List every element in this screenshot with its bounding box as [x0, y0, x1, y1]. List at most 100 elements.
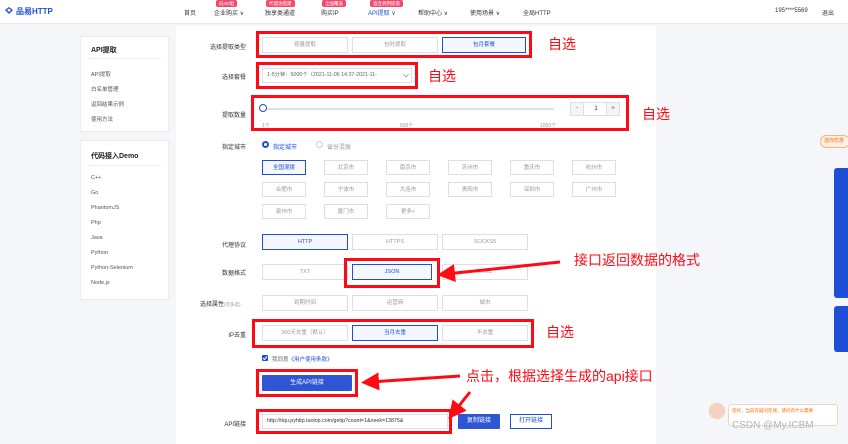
- demo-item-python[interactable]: Python: [91, 250, 108, 256]
- format-txt[interactable]: TXT: [262, 264, 348, 280]
- nav-api[interactable]: API提取 ∨: [368, 8, 396, 17]
- radio-city-selected[interactable]: [262, 141, 269, 148]
- nav-scenarios[interactable]: 使用场景 ∨: [470, 8, 500, 17]
- protocol-label: 代理协议: [221, 243, 246, 249]
- city-option[interactable]: 苏州市: [448, 160, 492, 175]
- city-label: 指定城市: [221, 145, 246, 151]
- api-url-field[interactable]: http://tiqu.pyhttp.taolop.com/getip?coun…: [262, 414, 448, 429]
- api-sidebar: API提取 API提取 白名单管理 返回结果示例 使用方法: [80, 36, 169, 132]
- count-label: 提取数量: [221, 113, 246, 119]
- generate-api-button[interactable]: 生成API链接: [262, 375, 352, 391]
- agree-text-label: 我同意: [272, 357, 289, 363]
- slider-max-label: 1000个: [540, 123, 557, 129]
- chevron-down-icon: [403, 73, 409, 78]
- increase-button[interactable]: +: [606, 103, 619, 115]
- copy-link-button[interactable]: 复制链接: [458, 414, 500, 429]
- city-option[interactable]: 厦门市: [324, 204, 368, 219]
- dedup-none[interactable]: 不去重: [442, 325, 528, 341]
- floating-contact-bar[interactable]: [834, 306, 848, 352]
- dedup-label: IP去重: [228, 333, 246, 339]
- sidebar-item-api[interactable]: API提取: [91, 70, 111, 78]
- sidebar-item-usage[interactable]: 使用方法: [91, 115, 113, 123]
- agree-checkbox[interactable]: [262, 355, 268, 361]
- nav-buy-ip[interactable]: 购买IP: [321, 8, 339, 17]
- customer-service-avatar[interactable]: [708, 402, 726, 420]
- nav-tag: 直连调用提取: [370, 0, 403, 7]
- city-option[interactable]: 贵阳市: [448, 182, 492, 197]
- city-option[interactable]: 南京市: [386, 160, 430, 175]
- city-option[interactable]: 广州市: [572, 182, 616, 197]
- dedup-monthly[interactable]: 当月去重: [352, 325, 438, 341]
- count-input[interactable]: 1: [585, 103, 607, 115]
- check-icon: [262, 356, 268, 361]
- city-option[interactable]: 合肥市: [262, 182, 306, 197]
- attr-expire[interactable]: 到期时间: [262, 295, 348, 311]
- nav-tag: 代理池搭建: [266, 0, 295, 7]
- protocol-http[interactable]: HTTP: [262, 234, 348, 250]
- city-option[interactable]: 深圳市: [510, 182, 554, 197]
- sidebar-title: API提取: [91, 47, 117, 54]
- sidebar-item-whitelist[interactable]: 白名单管理: [91, 85, 119, 93]
- city-option[interactable]: 北京市: [324, 160, 368, 175]
- user-phone[interactable]: 195****5569: [775, 8, 808, 14]
- format-label: 数据格式: [221, 271, 246, 277]
- nav-global-http[interactable]: 全局HTTP: [523, 8, 551, 17]
- attr-isp[interactable]: 运营商: [352, 295, 438, 311]
- demo-item-cpp[interactable]: C++: [91, 175, 101, 181]
- floating-service-bar[interactable]: [834, 168, 848, 298]
- logo-icon: [5, 7, 13, 14]
- count-slider-track[interactable]: [262, 108, 554, 110]
- nav-home[interactable]: 首页: [184, 8, 196, 17]
- city-option[interactable]: 宁波市: [324, 182, 368, 197]
- divider: [89, 165, 161, 166]
- nav-help[interactable]: 帮助中心 ∨: [418, 8, 448, 17]
- protocol-socks5[interactable]: SOCKS5: [442, 234, 528, 250]
- package-type-label: 选择提取类型: [209, 45, 246, 51]
- slider-min-label: 1个: [262, 123, 270, 129]
- nav-dedicated[interactable]: 独享类通道: [265, 8, 295, 17]
- demo-item-phantomjs[interactable]: PhantomJS: [91, 205, 119, 211]
- annotation-note: 点击，根据选择生成的api接口: [466, 368, 653, 384]
- package-option-monthly[interactable]: 包月套餐: [442, 37, 526, 53]
- demo-item-nodejs[interactable]: Node.js: [91, 280, 110, 286]
- format-html[interactable]: HTML: [442, 264, 528, 280]
- city-more-option[interactable]: 更多>: [386, 204, 430, 219]
- slider-mid-label: 500个: [400, 123, 414, 129]
- city-option[interactable]: 杭州市: [572, 160, 616, 175]
- open-link-button[interactable]: 打开链接: [510, 414, 552, 429]
- annotation-note: 自选: [546, 324, 574, 340]
- attr-city[interactable]: 城市: [442, 295, 528, 311]
- city-option[interactable]: 全国混拨: [262, 160, 306, 175]
- protocol-https[interactable]: HTTPS: [352, 234, 438, 250]
- divider: [89, 58, 161, 59]
- decrease-button[interactable]: -: [571, 103, 584, 115]
- promo-badge[interactable]: 送你优惠: [820, 135, 848, 148]
- package-choose-label: 选择套餐: [221, 75, 246, 81]
- annotation-note: 接口返回数据的格式: [574, 252, 700, 268]
- demo-item-java[interactable]: Java: [91, 235, 103, 241]
- agree-text: 我同意《用户使用条款》: [272, 355, 333, 363]
- brand-logo[interactable]: 品易HTTP: [4, 6, 53, 17]
- radio-city-label: 指定城市: [273, 145, 298, 151]
- package-option-by-time[interactable]: 包时提取: [352, 37, 438, 53]
- logout-link[interactable]: 退出: [822, 8, 834, 17]
- package-select[interactable]: 1-5分钟：5000个（2021-11-06 14:37-2021-11-: [262, 68, 412, 83]
- demo-item-php[interactable]: Php: [91, 220, 101, 226]
- city-option[interactable]: 重庆市: [510, 160, 554, 175]
- city-option[interactable]: 泉州市: [262, 204, 306, 219]
- format-json[interactable]: JSON: [352, 264, 432, 280]
- count-stepper: - 1 +: [570, 102, 620, 116]
- sidebar-title: 代码接入Demo: [91, 153, 139, 160]
- api-url-value: http://tiqu.pyhttp.taolop.com/getip?coun…: [267, 418, 404, 424]
- nav-tag: 低40/起: [216, 0, 238, 7]
- city-option[interactable]: 大连市: [386, 182, 430, 197]
- count-slider-handle[interactable]: [259, 104, 267, 112]
- package-option-by-count[interactable]: 按量提取: [262, 37, 348, 53]
- terms-link[interactable]: 《用户使用条款》: [289, 357, 333, 363]
- radio-province[interactable]: [316, 141, 323, 148]
- sidebar-item-example[interactable]: 返回结果示例: [91, 100, 124, 108]
- demo-item-python-selenium[interactable]: Python-Selenium: [91, 265, 133, 271]
- dedup-360-days[interactable]: 360天去重（默认）: [262, 325, 348, 341]
- demo-item-go[interactable]: Go: [91, 190, 98, 196]
- nav-enterprise[interactable]: 企业购买 ∨: [214, 8, 244, 17]
